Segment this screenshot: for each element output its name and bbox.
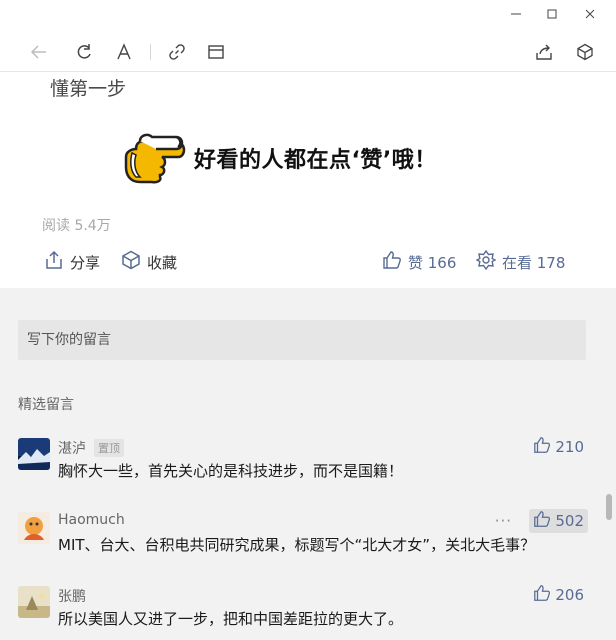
comment-like-button[interactable]: 210 [529, 435, 588, 459]
comments-section: 写下你的留言 精选留言 湛泸 置顶 胸怀大一些，首先关心的是科技进步，而不是国籍… [0, 288, 602, 640]
window-controls [496, 0, 616, 28]
comment-author: Haomuch [58, 512, 125, 528]
author-name[interactable]: Haomuch [58, 512, 125, 528]
watch-button[interactable]: 在看 178 [475, 249, 566, 274]
scrollbar-thumb[interactable] [606, 494, 612, 520]
pointing-hand-icon [122, 127, 188, 189]
comment-text: 所以美国人又进了一步，把和中国差距拉的更大了。 [58, 610, 404, 628]
promo-text: 好看的人都在点‘赞’哦！ [194, 148, 437, 173]
collect-button[interactable]: 收藏 [121, 250, 177, 274]
comment-text: 胸怀大一些，首先关心的是科技进步，而不是国籍！ [58, 462, 404, 480]
close-button[interactable] [580, 4, 600, 24]
font-size-icon[interactable] [112, 40, 136, 64]
thumbs-up-icon [382, 250, 402, 274]
like-count: 210 [555, 438, 584, 456]
thumbs-up-icon [533, 584, 551, 606]
share-label: 分享 [70, 253, 101, 272]
avatar[interactable] [18, 512, 50, 544]
like-count: 502 [555, 512, 584, 530]
article-actions: 分享 收藏 赞 166 在看 178 [0, 248, 616, 278]
avatar[interactable] [18, 586, 50, 618]
comment-like-button[interactable]: 206 [529, 583, 588, 607]
featured-comments-label: 精选留言 [18, 397, 74, 413]
more-options-button[interactable]: ··· [495, 512, 512, 530]
article-partial-title: 懂第一步 [50, 78, 127, 100]
like-count: 206 [555, 586, 584, 604]
flower-icon [475, 249, 497, 274]
scroll-track[interactable] [602, 288, 616, 640]
author-name[interactable]: 湛泸 [58, 438, 86, 458]
comment-text: MIT、台大、台积电共同研究成果，标题写个“北大才女”，关北大毛事？ [58, 536, 536, 554]
browser-toolbar [0, 30, 616, 72]
share-icon [44, 250, 64, 274]
refresh-icon[interactable] [72, 40, 96, 64]
like-promo-banner: 好看的人都在点‘赞’哦！ [122, 128, 437, 188]
comment-author: 湛泸 置顶 [58, 438, 124, 458]
box-icon [121, 250, 141, 274]
cube-icon[interactable] [573, 40, 597, 64]
author-name[interactable]: 张鹏 [58, 586, 86, 606]
comment-like-button[interactable]: 502 [529, 509, 588, 533]
comment-input[interactable]: 写下你的留言 [18, 320, 586, 360]
maximize-button[interactable] [542, 4, 562, 24]
window-icon[interactable] [204, 40, 228, 64]
pinned-badge: 置顶 [94, 439, 124, 457]
article-content: 懂第一步 好看的人都在点‘赞’哦！ 阅读 5.4万 分享 收藏 赞 166 在看… [0, 72, 616, 288]
share-button[interactable]: 分享 [44, 250, 100, 274]
read-count: 阅读 5.4万 [42, 218, 111, 234]
thumbs-up-icon [533, 436, 551, 458]
toolbar-divider [150, 44, 151, 60]
watch-label: 在看 178 [502, 253, 566, 272]
link-icon[interactable] [165, 40, 189, 64]
back-icon[interactable] [27, 40, 51, 64]
minimize-button[interactable] [506, 4, 526, 24]
share-out-icon[interactable] [532, 40, 556, 64]
like-label: 赞 166 [408, 253, 457, 272]
avatar[interactable] [18, 438, 50, 470]
like-button[interactable]: 赞 166 [382, 250, 456, 274]
comment-author: 张鹏 [58, 586, 86, 606]
collect-label: 收藏 [147, 253, 178, 272]
thumbs-up-icon [533, 510, 551, 532]
